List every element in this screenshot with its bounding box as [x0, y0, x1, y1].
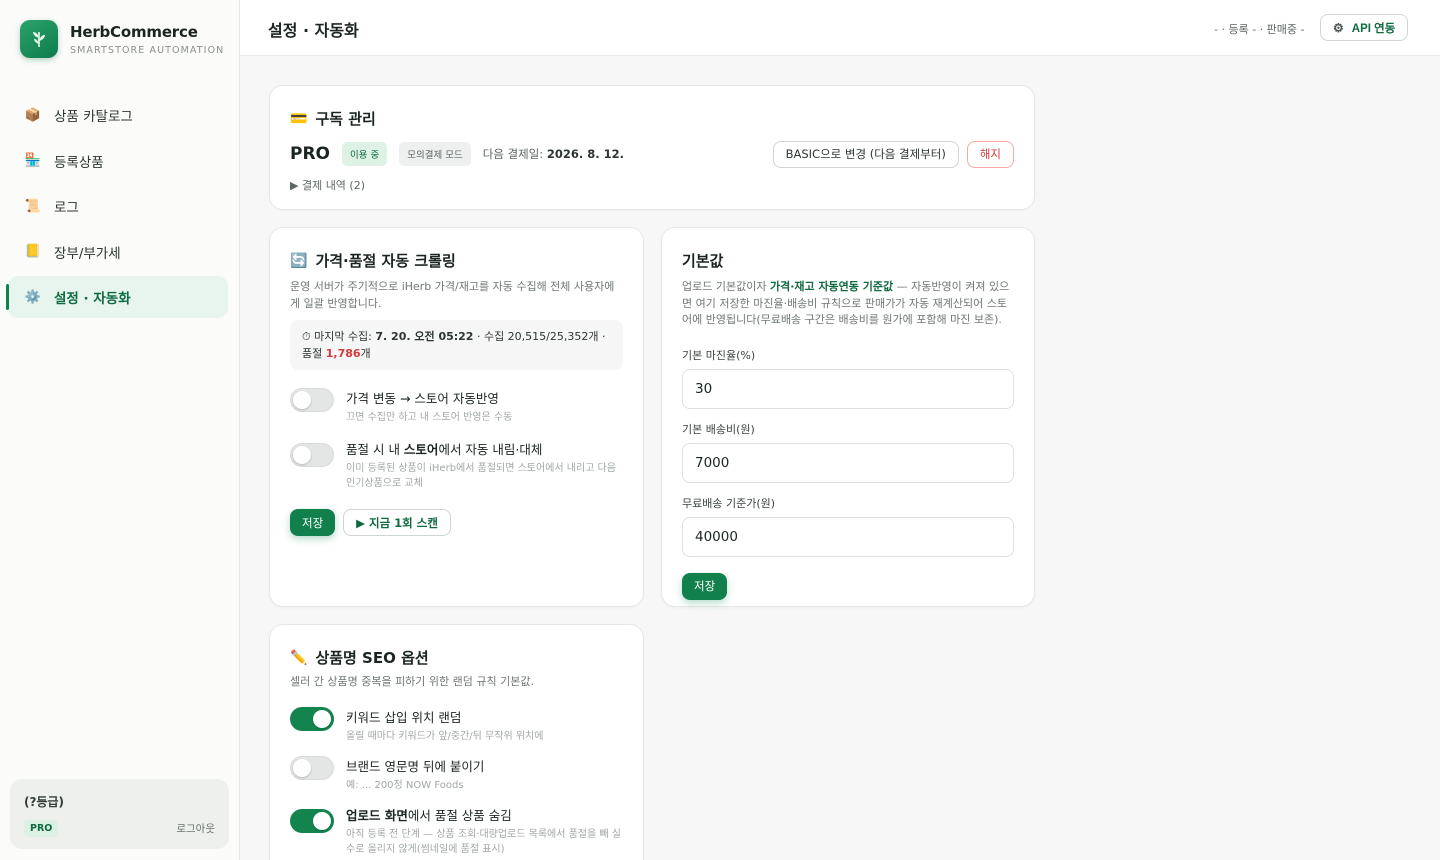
defaults-save-button[interactable]: 저장	[682, 572, 728, 600]
price-sync-setting: 가격 변동 → 스토어 자동반영 끄면 수집만 하고 내 스토어 반영은 수동	[290, 388, 623, 425]
logout-link[interactable]: 로그아웃	[176, 821, 215, 836]
page-title: 설정 · 자동화	[268, 21, 359, 40]
sidebar-item-catalog[interactable]: 📦 상품 카탈로그	[8, 94, 228, 136]
label-part-bold: 업로드 화면	[346, 807, 408, 823]
keyword-random-setting: 키워드 삽입 위치 랜덤 올릴 때마다 키워드가 앞/중간/뒤 무작위 위치에	[290, 706, 623, 744]
brand-name: HerbCommerce	[70, 22, 198, 41]
cancel-subscription-button[interactable]: 해지	[966, 140, 1014, 168]
store-icon: 🏪	[24, 153, 42, 168]
sidebar-item-label: 장부/부가세	[54, 245, 121, 262]
desc-part: 업로드 기본값이자	[682, 280, 770, 293]
keyword-random-toggle[interactable]	[290, 706, 334, 731]
current-plan: PRO	[290, 144, 331, 164]
next-payment: 다음 결제일: 2026. 8. 12.	[483, 146, 624, 162]
defaults-description: 업로드 기본값이자 가격·재고 자동연동 기준값 — 자동반영이 켜져 있으면 …	[682, 279, 1014, 329]
subscription-title: 구독 관리	[315, 110, 376, 128]
sidebar-item-logs[interactable]: 📜 로그	[8, 185, 228, 227]
label-part: 에서 품절 상품 숨김	[407, 807, 512, 823]
brand-suffix-label: 브랜드 영문명 뒤에 붙이기	[346, 758, 485, 774]
brand[interactable]: HerbCommerce SMARTSTORE AUTOMATION	[20, 20, 224, 58]
sidebar-item-label: 설정 · 자동화	[54, 291, 131, 307]
api-connect-label: API 연동	[1351, 22, 1396, 35]
seo-description: 셀러 간 상품명 중복을 피하기 위한 랜덤 규칙 기본값.	[290, 675, 534, 688]
label-part: 에서 자동 내림·대체	[438, 442, 543, 458]
ledger-icon: 📒	[24, 244, 42, 259]
store-status-summary: - · 등록 - · 판매중 -	[1214, 23, 1305, 36]
soldout-count: 1,786	[325, 347, 361, 361]
package-icon: 📦	[24, 107, 42, 123]
shipping-input[interactable]: 7000	[682, 442, 1014, 483]
defaults-title: 기본값	[682, 252, 724, 270]
shipping-label: 기본 배송비(원)	[682, 422, 755, 436]
hide-soldout-toggle[interactable]	[290, 808, 334, 833]
brand-suffix-hint: 예: ... 200정 NOW Foods	[346, 779, 464, 791]
brand-suffix-toggle[interactable]	[290, 755, 334, 780]
seo-options-card: ✏️ 상품명 SEO 옵션 셀러 간 상품명 중복을 피하기 위한 랜덤 규칙 …	[269, 624, 644, 860]
crawl-save-button[interactable]: 저장	[290, 509, 336, 537]
subscription-card: 💳 구독 관리 PRO 이용 중 모의결제 모드 다음 결제일: 2026. 8…	[269, 85, 1035, 210]
user-card: (?등급) PRO 로그아웃	[10, 779, 229, 849]
refresh-icon: 🔄	[290, 252, 308, 269]
pencil-icon: ✏️	[290, 649, 308, 666]
crawl-description: 운영 서버가 주기적으로 iHerb 가격/재고를 자동 수집해 전체 사용자에…	[290, 280, 615, 310]
scroll-icon: 📜	[24, 198, 42, 214]
api-connect-button[interactable]: ⚙ API 연동	[1320, 14, 1409, 41]
crawl-title: 가격·품절 자동 크롤링	[315, 252, 456, 270]
desc-part-bold: 가격·재고 자동연동 기준값	[769, 280, 894, 293]
hide-soldout-setting: 업로드 화면에서 품절 상품 숨김 아직 등록 전 단계 — 상품 조회·대량업…	[290, 805, 623, 857]
payment-history-toggle[interactable]: ▶ 결제 내역 (2)	[290, 177, 1014, 193]
soldout-replace-setting: 품절 시 내 스토어에서 자동 내림·대체 이미 등록된 상품이 iHerb에서…	[290, 439, 623, 491]
top-header: 설정 · 자동화 - · 등록 - · 판매중 - ⚙ API 연동	[240, 0, 1440, 56]
sidebar: HerbCommerce SMARTSTORE AUTOMATION 📦 상품 …	[0, 0, 240, 860]
margin-input[interactable]: 30	[682, 368, 1014, 409]
defaults-card: 기본값 업로드 기본값이자 가격·재고 자동연동 기준값 — 자동반영이 켜져 …	[661, 227, 1035, 607]
last-crawl-info: ⏱ 마지막 수집: 7. 20. 오전 05:22 · 수집 20,515/25…	[290, 320, 623, 371]
brand-suffix-setting: 브랜드 영문명 뒤에 붙이기 예: ... 200정 NOW Foods	[290, 755, 623, 793]
next-payment-label: 다음 결제일:	[482, 147, 544, 161]
seo-title: 상품명 SEO 옵션	[315, 649, 429, 667]
credit-card-icon: 💳	[290, 110, 308, 127]
last-crawl-prefix: ⏱ 마지막 수집:	[302, 330, 376, 343]
change-plan-button[interactable]: BASIC으로 변경 (다음 결제부터)	[772, 140, 959, 168]
gear-icon: ⚙	[1333, 20, 1344, 35]
auto-crawl-card: 🔄 가격·품절 자동 크롤링 운영 서버가 주기적으로 iHerb 가격/재고를…	[269, 227, 644, 607]
soldout-replace-hint: 이미 등록된 상품이 iHerb에서 품절되면 스토어에서 내리고 다음 인기상…	[346, 463, 616, 490]
leaf-icon	[20, 20, 58, 58]
status-badge: 이용 중	[342, 142, 388, 166]
mode-badge: 모의결제 모드	[399, 142, 471, 166]
brand-subtitle: SMARTSTORE AUTOMATION	[70, 44, 225, 56]
sidebar-item-registered[interactable]: 🏪 등록상품	[8, 140, 228, 182]
hide-soldout-label: 업로드 화면에서 품절 상품 숨김	[346, 805, 623, 824]
sidebar-item-label: 로그	[54, 200, 79, 216]
price-sync-label: 가격 변동 → 스토어 자동반영	[346, 391, 499, 407]
gear-icon: ⚙️	[24, 289, 42, 305]
price-sync-toggle[interactable]	[290, 388, 334, 413]
soldout-replace-label: 품절 시 내 스토어에서 자동 내림·대체	[346, 439, 623, 458]
keyword-random-label: 키워드 삽입 위치 랜덤	[346, 709, 462, 725]
hide-soldout-hint: 아직 등록 전 단계 — 상품 조회·대량업로드 목록에서 품절을 빼 실수로 …	[346, 828, 621, 855]
label-part-bold: 스토어	[403, 442, 439, 458]
soldout-replace-toggle[interactable]	[290, 443, 334, 468]
last-crawl-time: 7. 20. 오전 05:22	[375, 330, 474, 343]
plan-badge: PRO	[24, 820, 59, 837]
label-part: 품절 시 내	[346, 442, 404, 458]
sidebar-item-label: 등록상품	[54, 154, 104, 171]
sidebar-item-ledger[interactable]: 📒 장부/부가세	[8, 231, 228, 273]
sidebar-nav: 📦 상품 카탈로그 🏪 등록상품 📜 로그 📒 장부/부가세 ⚙️ 설정 · 자…	[6, 94, 228, 322]
sidebar-item-settings[interactable]: ⚙️ 설정 · 자동화	[6, 276, 228, 318]
scan-now-button[interactable]: ▶ 지금 1회 스캔	[343, 509, 451, 537]
next-payment-date: 2026. 8. 12.	[546, 147, 624, 161]
price-sync-hint: 끄면 수집만 하고 내 스토어 반영은 수동	[346, 412, 513, 424]
free-shipping-input[interactable]: 40000	[682, 516, 1014, 557]
soldout-unit: 개	[360, 347, 371, 361]
free-shipping-label: 무료배송 기준가(원)	[682, 496, 776, 510]
user-grade: (?등급)	[24, 795, 65, 809]
keyword-random-hint: 올릴 때마다 키워드가 앞/중간/뒤 무작위 위치에	[346, 730, 544, 742]
sidebar-item-label: 상품 카탈로그	[54, 109, 133, 125]
margin-label: 기본 마진율(%)	[682, 348, 756, 362]
